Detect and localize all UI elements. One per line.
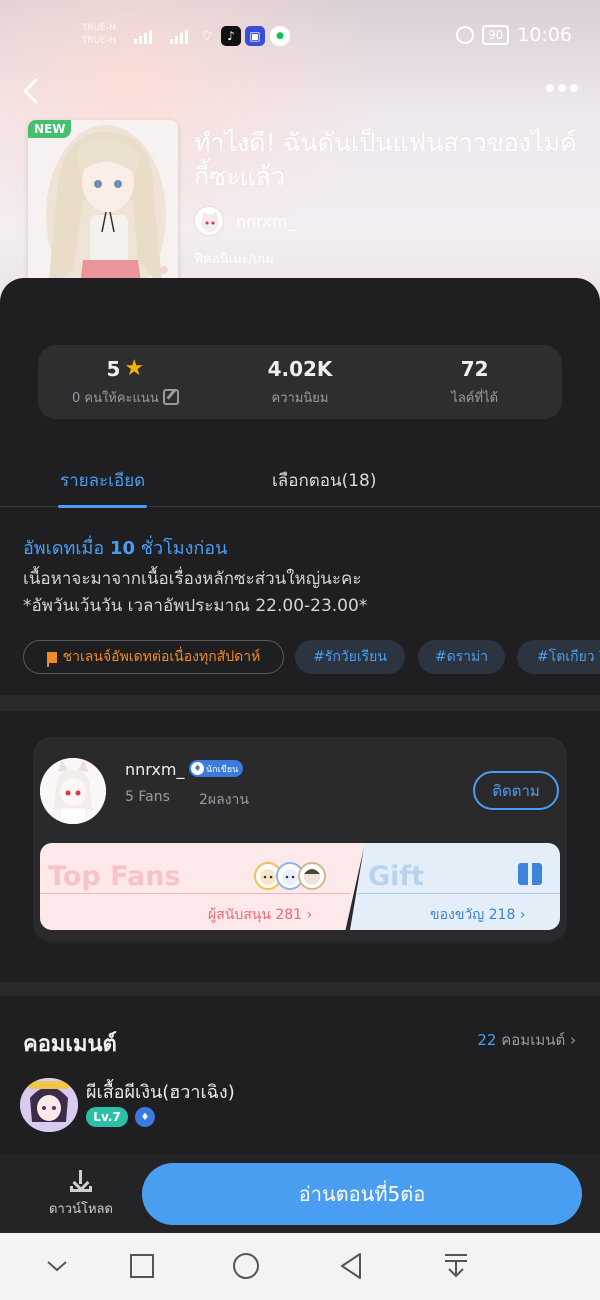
battery-icon: 90 [481,25,510,45]
description: เนื้อหาจะมาจากเนื้อเรื่องหลักซะส่วนใหญ่น… [23,566,367,620]
writer-badge: ♦ นักเขียน [189,760,244,777]
commenter-name[interactable]: ผีเสื้อผีเงิน(ฮวาเฉิง) [86,1077,235,1106]
carrier-label: TRUE-H TRUE-H [82,23,117,46]
tab-episodes[interactable]: เลือกตอน(18) [272,467,377,494]
tiktok-icon: ♪ [221,26,241,46]
clock: 10:06 [517,24,572,46]
dot-icon [546,84,554,92]
system-nav-bar [0,1233,600,1300]
signal-icon [134,28,152,44]
top-fans-title: Top Fans [48,861,181,892]
tab-details[interactable]: รายละเอียด [57,467,148,508]
download-icon [70,1170,92,1192]
fan-avatar [298,862,326,890]
tag-row: ชาเลนจ์อัพเดทต่อเนื่องทุกสัปดาห์ #รักวัย… [23,640,600,675]
gift-icon [518,863,542,885]
read-next-button[interactable]: อ่านตอนที่5ต่อ [142,1163,582,1225]
stats-box: 5 ★ 0 คนให้คะแนน 4.02K ความนิยม 72 ไลค์ที… [38,345,562,419]
description-line: เนื้อหาจะมาจากเนื้อเรื่องหลักซะส่วนใหญ่น… [23,569,362,589]
top-fans-avatars [254,862,326,890]
download-button[interactable]: ดาวน์โหลด [40,1170,122,1219]
star-icon: ★ [124,355,145,381]
popularity-value: 4.02K [267,356,333,381]
commenter-avatar[interactable] [20,1078,78,1132]
wifi-icon: ⌔ [199,26,215,45]
comments-count-link[interactable]: 22 คอมเมนต์ › [477,1028,576,1052]
author-name: nnrxm_ [236,211,296,231]
chevron-right-icon: › [519,907,526,923]
author-fans: 5 Fans [125,789,170,805]
author-avatar[interactable] [40,758,106,824]
line-icon: ● [270,26,290,46]
likes-stat: 72 ไลค์ที่ได้ [387,345,562,419]
notification-pulldown-icon[interactable] [441,1251,471,1281]
rating-stat[interactable]: 5 ★ 0 คนให้คะแนน [38,345,213,419]
update-time: อัพเดทเมื่อ 10 ชั่วโมงก่อน [23,538,228,559]
challenge-tag[interactable]: ชาเลนจ์อัพเดทต่อเนื่องทุกสัปดาห์ [23,640,284,674]
rating-value: 5 [106,356,121,381]
chevron-right-icon: › [306,907,313,923]
shield-icon: ♦ [135,1107,155,1127]
edit-icon[interactable] [162,389,179,405]
dot-icon [570,84,578,92]
tag-chip[interactable]: #โตเกียว รี [517,640,600,674]
divider-line [40,893,350,894]
dot-icon [558,84,566,92]
chevron-left-icon [23,78,38,104]
gift-title: Gift [368,861,425,892]
popularity-label: ความนิยม [271,390,329,406]
back-triangle-icon[interactable] [336,1251,366,1281]
chevron-down-icon[interactable] [42,1251,72,1281]
gift-count: ของขวัญ 218 › [430,907,526,923]
recent-apps-icon[interactable] [127,1251,157,1281]
app-icon: ▣ [245,26,265,46]
author-row[interactable]: nnrxm_ [194,206,295,236]
tag-chip[interactable]: #ดราม่า [418,640,505,674]
comments-title: คอมเมนต์ [23,1032,117,1057]
description-line: *อัพวันเว้นวัน เวลาอัพประมาณ 22.00-23.00… [23,596,368,616]
likes-label: ไลค์ที่ได้ [451,390,499,406]
flag-icon [46,651,57,667]
new-badge: NEW [28,120,72,138]
author-card-name[interactable]: nnrxm_ [125,760,184,779]
alarm-icon [455,26,474,44]
signal-icon [170,28,188,44]
genre-label[interactable]: ฟิคอนิเมะ/เกม [194,248,274,269]
divider-line [358,893,560,894]
fans-gift-banner: Top Fans ผู้สนับสนุน 281 › Gift ของขวัญ … [40,843,560,930]
back-button[interactable] [18,76,48,106]
shield-icon: ♦ [191,762,204,775]
author-avatar [194,206,224,236]
status-bar: TRUE-H TRUE-H ⌔ ♪ ▣ ● 90 10:06 [0,18,600,58]
chevron-right-icon: › [570,1031,576,1049]
author-works: 2ผลงาน [199,792,249,808]
follow-button[interactable]: ติดตาม [473,771,559,810]
novel-title: ทำไงดี! ฉันดันเป็นแฟนสาวของไมค์กี้ซะแล้ว [194,128,577,191]
likes-value: 72 [460,356,489,381]
tab-bar: รายละเอียด เลือกตอน(18) [0,455,600,508]
top-fans-count: ผู้สนับสนุน 281 › [208,907,313,923]
home-icon[interactable] [231,1251,261,1281]
rating-label: 0 คนให้คะแนน [71,390,159,406]
level-badge: Lv.7 [86,1107,128,1127]
popularity-stat: 4.02K ความนิยม [213,345,388,419]
tag-chip[interactable]: #รักวัยเรียน [295,640,405,674]
more-button[interactable] [546,84,578,92]
section-divider [0,695,600,711]
download-label: ดาวน์โหลด [49,1202,113,1217]
